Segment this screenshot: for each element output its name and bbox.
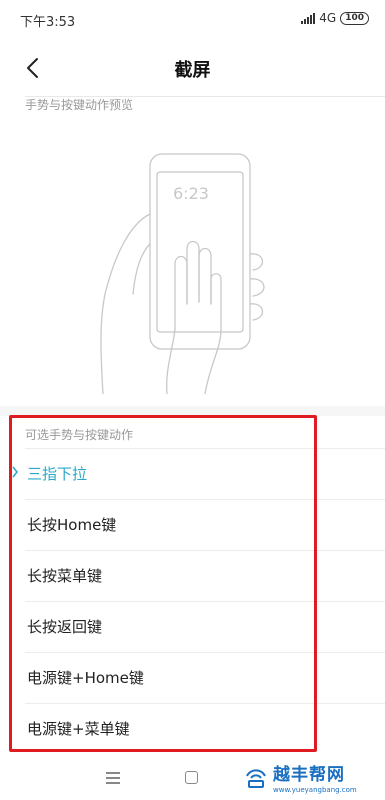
watermark-text: 越丰帮网: [273, 765, 345, 785]
option-label: 长按Home键: [27, 516, 117, 534]
preview-label: 手势与按键动作预览: [25, 98, 134, 112]
status-time: 下午3:53: [20, 15, 76, 30]
option-label: 长按菜单键: [27, 567, 103, 585]
home-icon[interactable]: [185, 771, 198, 784]
options-section: 可选手势与按键动作 三指下拉 长按Home键 长按菜单键 长按返回键 电源键+H…: [0, 416, 385, 756]
option-three-finger-swipe[interactable]: 三指下拉: [0, 448, 385, 499]
option-label: 三指下拉: [27, 465, 88, 483]
option-list: 三指下拉 长按Home键 长按菜单键 长按返回键 电源键+Home键 电源键+菜…: [0, 448, 385, 754]
preview-section: 手势与按键动作预览 6:23: [0, 96, 385, 406]
page-title: 截屏: [174, 60, 211, 81]
phone-clock: 6:23: [173, 184, 209, 203]
three-finger-gesture-illustration: 6:23: [100, 153, 265, 394]
status-bar: 下午3:53 4G 100: [0, 0, 385, 40]
divider: [25, 601, 385, 602]
divider: [25, 550, 385, 551]
option-long-press-menu[interactable]: 长按菜单键: [0, 550, 385, 601]
watermark-url: www.yueyangbang.com: [273, 786, 357, 794]
option-power-home[interactable]: 电源键+Home键: [0, 652, 385, 703]
option-label: 长按返回键: [27, 618, 103, 636]
option-label: 电源键+菜单键: [27, 720, 130, 738]
checkmark-icon: [12, 466, 19, 478]
watermark: 越丰帮网 www.yueyangbang.com: [239, 760, 379, 800]
section-gap: [0, 406, 385, 416]
option-power-menu[interactable]: 电源键+菜单键: [0, 703, 385, 754]
status-icons: 4G 100: [301, 11, 369, 25]
divider: [25, 448, 385, 449]
battery-icon: 100: [340, 11, 369, 25]
option-long-press-home[interactable]: 长按Home键: [0, 499, 385, 550]
signal-icon: [301, 12, 316, 24]
option-long-press-back[interactable]: 长按返回键: [0, 601, 385, 652]
menu-icon[interactable]: [106, 772, 120, 784]
divider: [25, 703, 385, 704]
divider: [25, 499, 385, 500]
battery-level: 100: [345, 12, 364, 23]
router-logo-icon: [246, 769, 266, 788]
divider: [25, 652, 385, 653]
options-label: 可选手势与按键动作: [25, 428, 134, 442]
header: 截屏: [0, 40, 385, 96]
network-type: 4G: [319, 11, 337, 25]
option-label: 电源键+Home键: [27, 669, 144, 687]
